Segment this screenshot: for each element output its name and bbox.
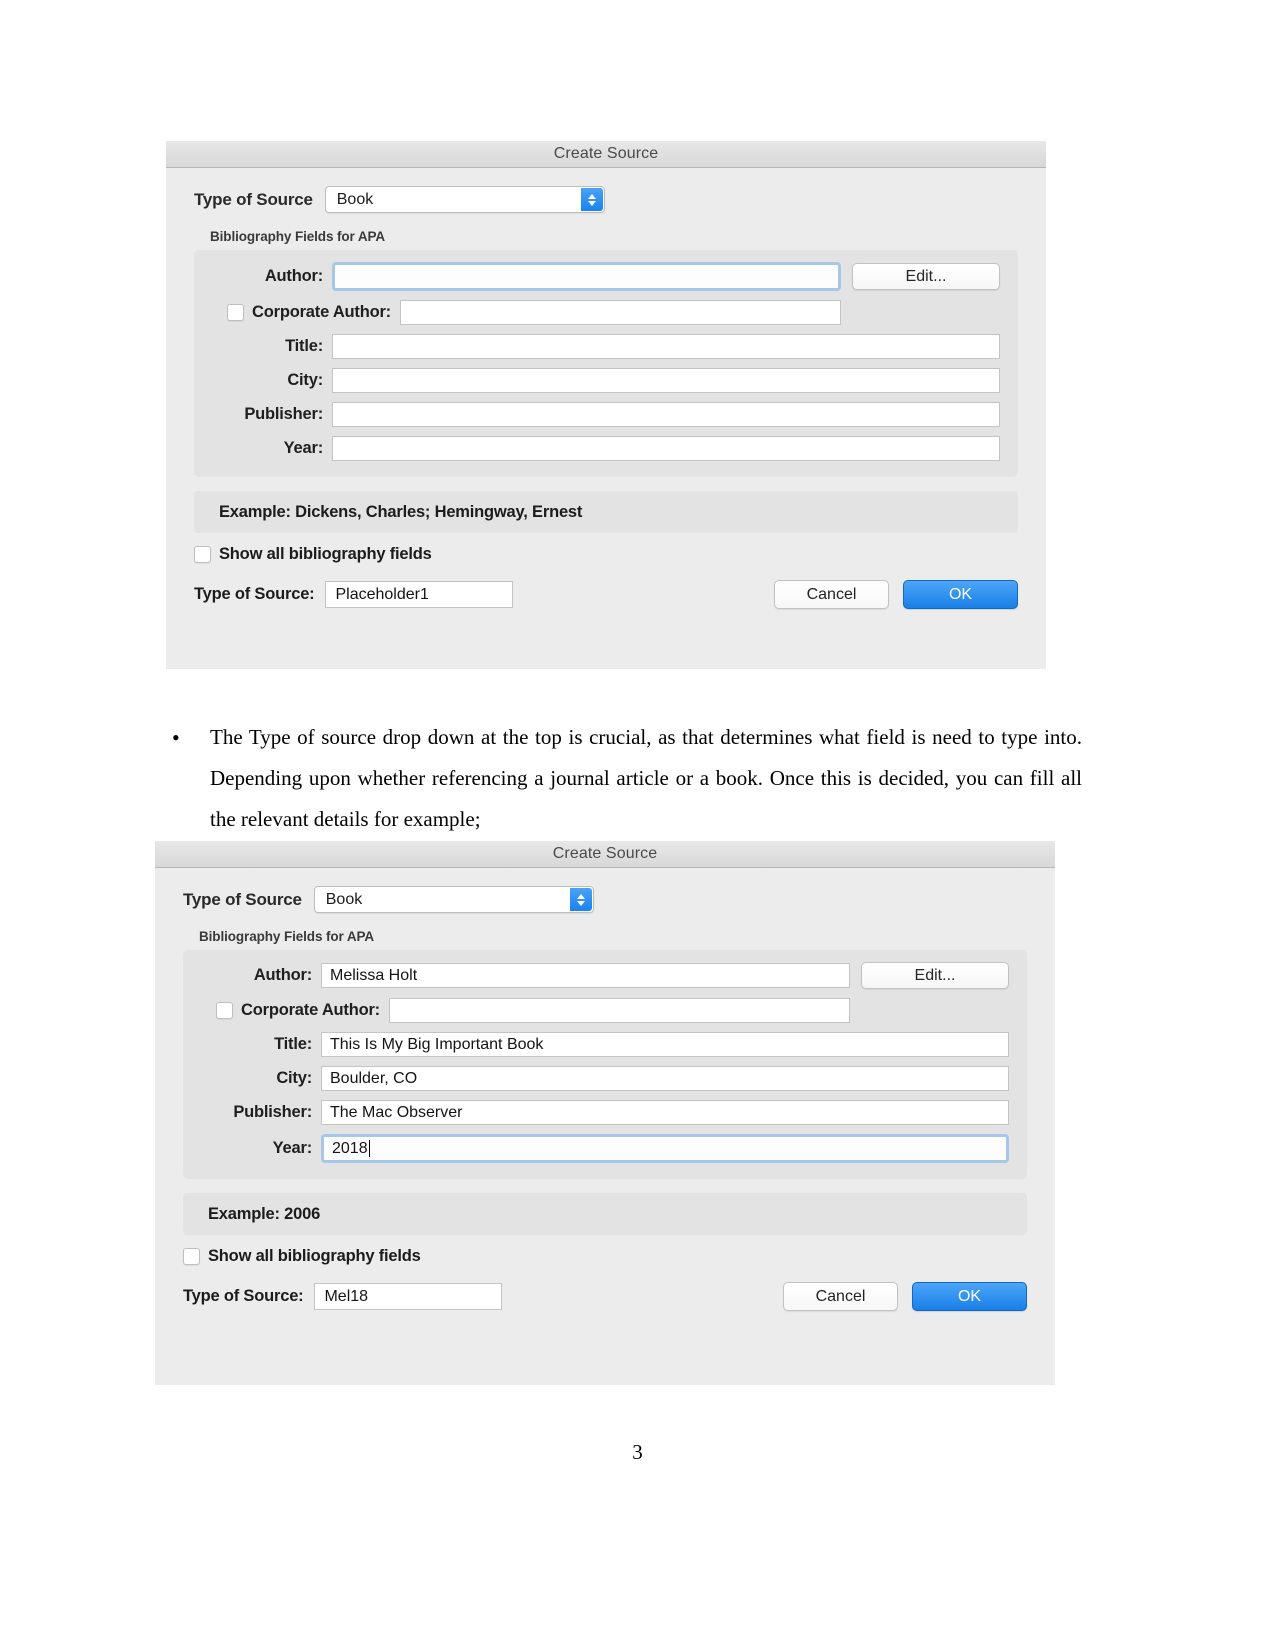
year-label: Year: (283, 439, 324, 457)
year-input[interactable]: 2018 (321, 1134, 1009, 1163)
type-of-source-label: Type of Source (194, 189, 313, 209)
city-label: City: (276, 1069, 312, 1087)
bottom-row: Type of Source: Mel18 Cancel OK (183, 1282, 1027, 1311)
publisher-label: Publisher: (244, 405, 323, 423)
field-row-author: Author: Melissa Holt Edit... (201, 962, 1009, 989)
chevron-updown-icon (569, 888, 592, 911)
type-of-source-dropdown[interactable]: Book (313, 886, 594, 913)
field-row-corporate-author: Corporate Author: (201, 998, 1009, 1023)
field-row-city: City: Boulder, CO (201, 1066, 1009, 1091)
field-row-city: City: (212, 368, 1000, 393)
type-of-source-label: Type of Source (183, 889, 302, 909)
tag-name-input[interactable]: Mel18 (314, 1283, 503, 1310)
dialog-titlebar[interactable]: Create Source (155, 841, 1055, 868)
group-caption: Bibliography Fields for APA (199, 929, 375, 944)
type-of-source-dropdown[interactable]: Book (324, 186, 605, 213)
title-label: Title: (285, 337, 323, 355)
tag-name-input[interactable]: Placeholder1 (325, 581, 514, 608)
text-caret (368, 1140, 370, 1157)
field-row-publisher: Publisher: (212, 402, 1000, 427)
corporate-author-input[interactable] (399, 300, 841, 325)
field-row-publisher: Publisher: The Mac Observer (201, 1100, 1009, 1125)
tag-name-label: Type of Source: (183, 1287, 304, 1305)
author-label: Author: (264, 267, 323, 285)
field-row-title: Title: (212, 334, 1000, 359)
bottom-row: Type of Source: Placeholder1 Cancel OK (194, 580, 1018, 609)
show-all-label: Show all bibliography fields (208, 1247, 421, 1265)
year-input[interactable] (332, 436, 1000, 461)
show-all-row[interactable]: Show all bibliography fields (183, 1247, 1055, 1266)
show-all-label: Show all bibliography fields (219, 545, 432, 563)
type-of-source-value: Book (325, 890, 363, 908)
tag-name-label: Type of Source: (194, 585, 315, 603)
dialog-titlebar[interactable]: Create Source (166, 141, 1046, 168)
edit-button[interactable]: Edit... (852, 263, 1000, 290)
author-label: Author: (253, 966, 312, 984)
type-of-source-row: Type of Source Book (155, 868, 1055, 913)
create-source-dialog-filled: Create Source Type of Source Book Biblio… (155, 841, 1055, 1385)
dialog-body: Type of Source Book Bibliography Fields … (166, 168, 1046, 609)
city-input[interactable]: Boulder, CO (321, 1066, 1009, 1091)
type-of-source-row: Type of Source Book (166, 168, 1046, 213)
field-row-title: Title: This Is My Big Important Book (201, 1032, 1009, 1057)
paragraph-text: The Type of source drop down at the top … (210, 725, 1082, 831)
bullet-paragraph: • The Type of source drop down at the to… (172, 717, 1082, 840)
cancel-button[interactable]: Cancel (774, 580, 889, 609)
year-label: Year: (272, 1139, 313, 1157)
show-all-row[interactable]: Show all bibliography fields (194, 545, 1046, 564)
ok-button[interactable]: OK (912, 1282, 1027, 1311)
corporate-author-input[interactable] (388, 998, 850, 1023)
corporate-author-checkbox[interactable] (216, 1002, 233, 1019)
example-strip: Example: 2006 (183, 1193, 1027, 1235)
year-input-value: 2018 (332, 1139, 368, 1157)
show-all-checkbox[interactable] (194, 546, 211, 563)
city-input[interactable] (332, 368, 1000, 393)
bibliography-fields-group: Author: Melissa Holt Edit... Corporate A… (183, 950, 1027, 1179)
dialog-title: Create Source (552, 845, 658, 862)
title-label: Title: (274, 1035, 312, 1053)
cancel-button[interactable]: Cancel (783, 1282, 898, 1311)
field-row-author: Author: Edit... (212, 262, 1000, 291)
bibliography-fields-group: Author: Edit... Corporate Author: Title:… (194, 250, 1018, 477)
title-input[interactable]: This Is My Big Important Book (321, 1032, 1009, 1057)
show-all-checkbox[interactable] (183, 1248, 200, 1265)
city-label: City: (287, 371, 323, 389)
corporate-author-label: Corporate Author: (252, 303, 391, 321)
example-strip: Example: Dickens, Charles; Hemingway, Er… (194, 491, 1018, 533)
type-of-source-value: Book (336, 190, 374, 208)
author-input[interactable] (332, 262, 841, 291)
create-source-dialog-empty: Create Source Type of Source Book Biblio… (166, 141, 1046, 669)
edit-button[interactable]: Edit... (861, 962, 1009, 989)
group-caption: Bibliography Fields for APA (210, 229, 386, 244)
dialog-body: Type of Source Book Bibliography Fields … (155, 868, 1055, 1311)
publisher-label: Publisher: (233, 1103, 312, 1121)
author-input[interactable]: Melissa Holt (321, 963, 850, 988)
page-number: 3 (632, 1440, 643, 1464)
corporate-author-checkbox[interactable] (227, 304, 244, 321)
publisher-input[interactable]: The Mac Observer (321, 1100, 1009, 1125)
dialog-title: Create Source (553, 145, 659, 162)
title-input[interactable] (332, 334, 1000, 359)
ok-button[interactable]: OK (903, 580, 1018, 609)
field-row-year: Year: 2018 (201, 1134, 1009, 1163)
publisher-input[interactable] (332, 402, 1000, 427)
bullet-marker-icon: • (172, 725, 180, 750)
field-row-corporate-author: Corporate Author: (212, 300, 1000, 325)
corporate-author-label: Corporate Author: (241, 1001, 380, 1019)
chevron-updown-icon (580, 188, 603, 211)
field-row-year: Year: (212, 436, 1000, 461)
